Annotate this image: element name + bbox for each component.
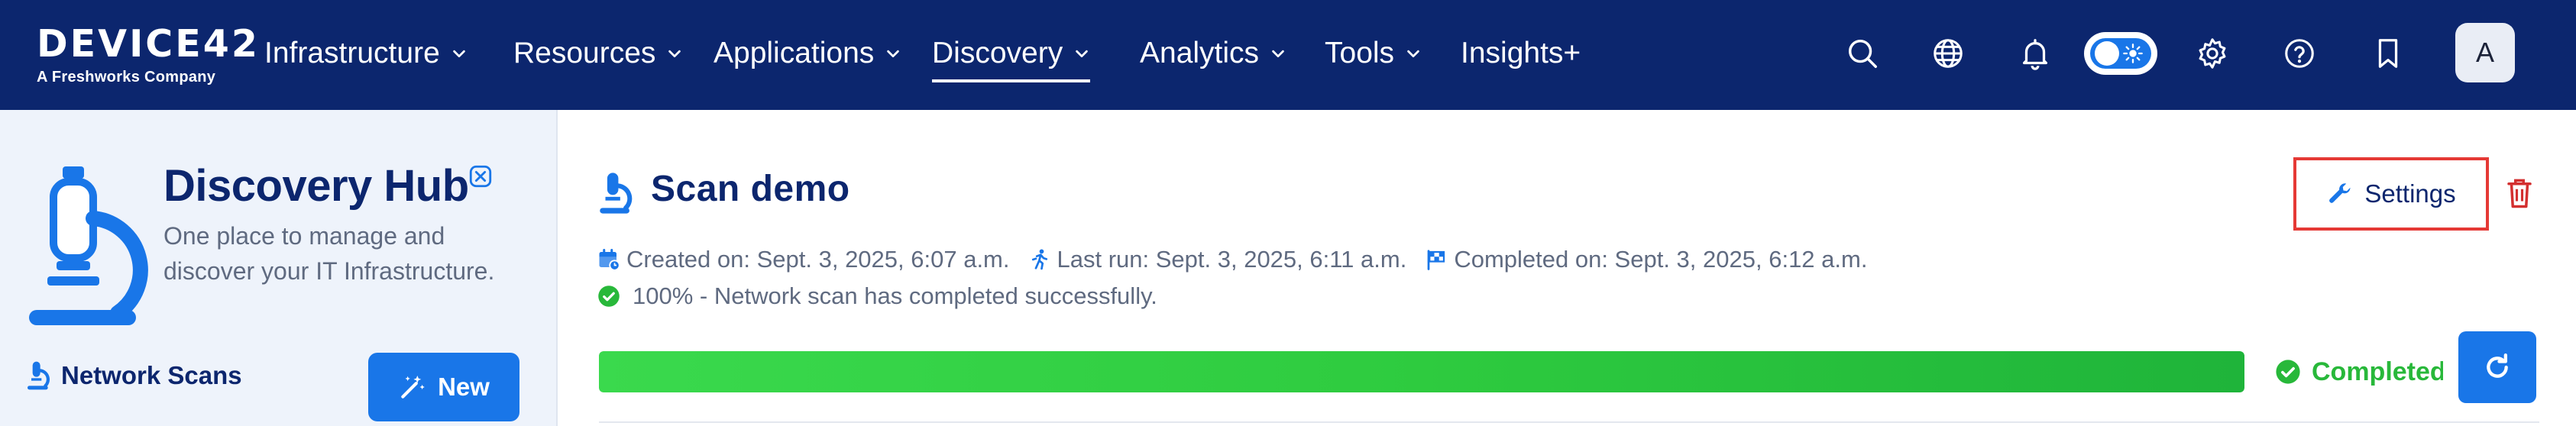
nav-item-label: Insights+ [1461,37,1581,69]
new-button-label: New [438,373,490,401]
device42-logo[interactable]: DEVICE42 A Freshworks Company [37,22,260,92]
magic-wand-icon [401,375,425,399]
nav-item-infrastructure[interactable]: Infrastructure [264,31,468,76]
logo-subtitle: A Freshworks Company [37,69,216,86]
notifications-button[interactable] [2014,32,2057,75]
chevron-down-icon [668,50,681,58]
progress-fill [599,351,2244,392]
nav-item-label: Analytics [1140,37,1260,69]
status-message: 100% - Network scan has completed succes… [633,282,1157,309]
nav-item-tools[interactable]: Tools [1325,31,1422,76]
search-button[interactable] [1841,32,1884,75]
microscope-title-icon [600,173,633,214]
last-run-item: Last run: Sept. 3, 2025, 6:11 a.m. [1028,246,1407,273]
network-scans-label: Network Scans [61,361,242,389]
settings-nav-button[interactable] [2191,32,2234,75]
nav-item-label: Tools [1325,37,1395,69]
wrench-icon [2329,183,2351,203]
help-button[interactable] [2278,32,2321,75]
sun-icon [2123,44,2143,63]
help-icon [2285,39,2314,68]
ai-sparkle-icon [469,165,492,188]
language-button[interactable] [1927,32,1969,75]
bookmarks-button[interactable] [2367,32,2409,75]
bookmark-icon [2378,39,2398,68]
nav-item-insights-plus[interactable]: Insights+ [1461,31,1581,76]
new-scan-button[interactable]: New [368,353,519,421]
settings-button-label: Settings [2364,179,2456,208]
microscope-small-icon [28,361,50,390]
chevron-down-icon [452,50,465,58]
user-avatar[interactable]: A [2455,23,2515,82]
nav-item-label: Applications [714,37,875,69]
refresh-button[interactable] [2458,331,2536,403]
last-run-text: Last run: Sept. 3, 2025, 6:11 a.m. [1057,246,1407,273]
completed-on-item: Completed on: Sept. 3, 2025, 6:12 a.m. [1425,246,1867,273]
nav-item-label: Resources [513,37,656,69]
nav-item-discovery[interactable]: Discovery [932,31,1091,82]
scan-metadata-row: Created on: Sept. 3, 2025, 6:07 a.m. Las… [597,243,1885,276]
nav-item-resources[interactable]: Resources [513,31,683,76]
logo-wordmark: DEVICE42 [37,22,260,66]
toggle-track [2090,38,2151,69]
completed-status-badge: Completed [2275,353,2443,391]
microscope-icon [29,166,148,325]
nav-item-analytics[interactable]: Analytics [1140,31,1286,76]
nav-item-label: Discovery [932,37,1063,69]
delete-scan-icon[interactable] [2506,177,2533,209]
sidebar-subtitle: One place to manage and discover your IT… [163,222,495,285]
scan-progress-bar [599,351,2244,392]
content-divider [599,421,2539,423]
calendar-icon [599,249,620,271]
completed-status-label: Completed [2312,357,2443,386]
scan-status-row: 100% - Network scan has completed succes… [597,279,1157,313]
completed-on-text: Completed on: Sept. 3, 2025, 6:12 a.m. [1454,246,1868,273]
search-icon [1848,39,1877,68]
running-person-icon [1031,249,1047,270]
scan-title: Scan demo [651,169,850,209]
toggle-knob [2095,41,2119,66]
globe-icon [1934,39,1963,68]
chevron-down-icon [887,50,900,58]
chevron-down-icon [1272,50,1284,58]
top-navigation-bar: DEVICE42 A Freshworks Company Infrastruc… [0,0,2576,110]
chevron-down-icon [1407,50,1419,58]
scan-settings-button[interactable]: Settings [2293,157,2489,231]
check-circle-icon [2276,360,2300,384]
sidebar-title: Discovery Hub [163,161,469,211]
discovery-hub-sidebar: Discovery Hub One place to manage and di… [0,110,558,426]
nav-item-applications[interactable]: Applications [714,31,901,76]
theme-toggle[interactable] [2084,32,2157,75]
network-scans-heading: Network Scans [26,360,242,391]
chevron-down-icon [1076,50,1088,58]
bell-icon [2022,39,2048,70]
refresh-icon [2487,353,2508,378]
nav-item-label: Infrastructure [264,37,440,69]
created-on-text: Created on: Sept. 3, 2025, 6:07 a.m. [626,246,1010,273]
created-on-item: Created on: Sept. 3, 2025, 6:07 a.m. [597,246,1010,273]
checkered-flag-icon [1427,250,1445,270]
check-circle-icon [598,286,620,307]
gear-icon [2199,38,2226,69]
